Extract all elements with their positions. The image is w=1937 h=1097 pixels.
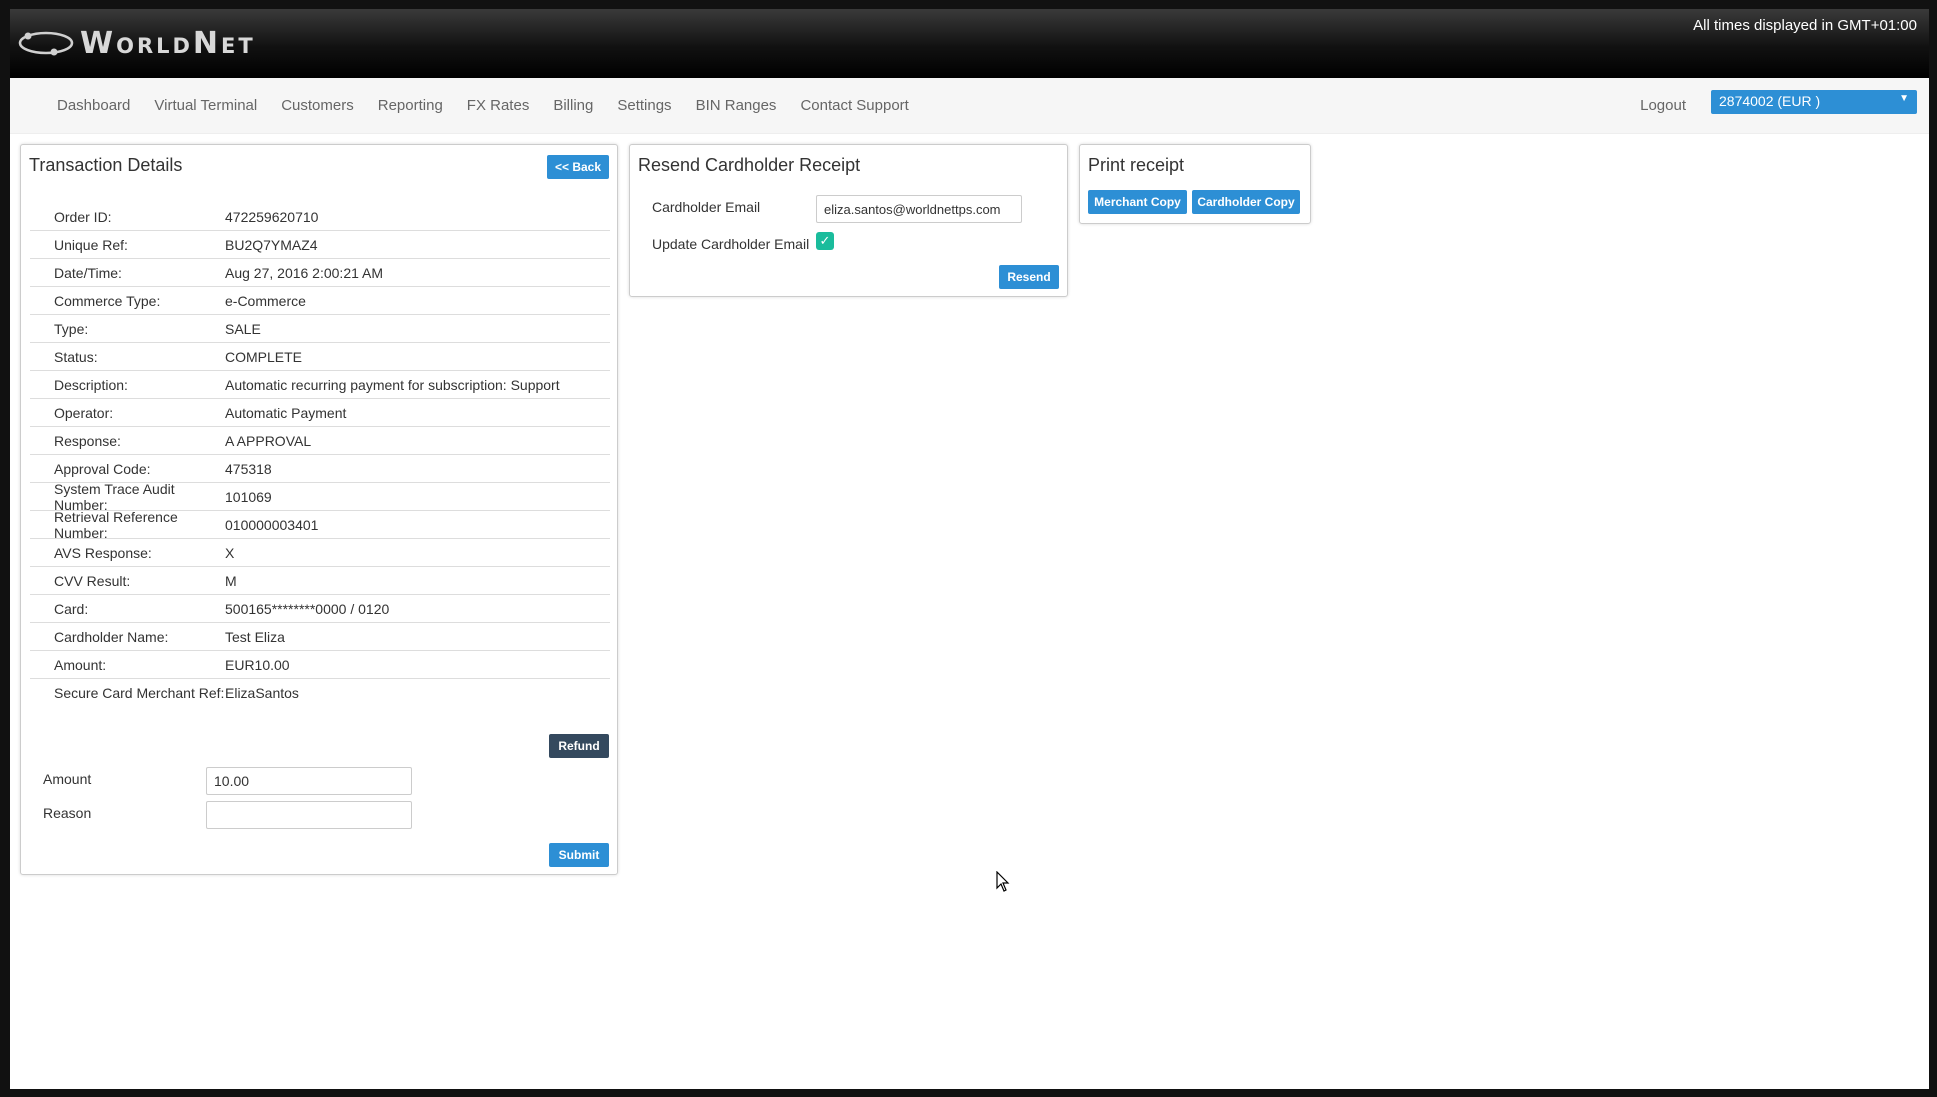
back-button[interactable]: << Back — [547, 155, 609, 179]
detail-value: X — [225, 544, 235, 561]
detail-value: EUR10.00 — [225, 656, 290, 673]
detail-label: AVS Response: — [54, 544, 152, 561]
detail-row: Secure Card Merchant Ref: ElizaSantos — [30, 679, 610, 706]
cardholder-email-label: Cardholder Email — [652, 199, 761, 215]
detail-row: Approval Code: 475318 — [30, 455, 610, 483]
merchant-account-select[interactable]: 2874002 (EUR ) ▼ — [1711, 90, 1917, 114]
detail-value: Automatic recurring payment for subscrip… — [225, 376, 560, 393]
refund-amount-label: Amount — [43, 771, 92, 787]
app-window: WorldNet All times displayed in GMT+01:0… — [10, 9, 1929, 1089]
detail-label: Secure Card Merchant Ref: — [54, 684, 225, 701]
detail-label: Type: — [54, 320, 89, 337]
detail-label: Card: — [54, 600, 89, 617]
detail-row: Response: A APPROVAL — [30, 427, 610, 455]
refund-button[interactable]: Refund — [549, 734, 609, 758]
detail-value: COMPLETE — [225, 348, 303, 365]
cardholder-copy-button[interactable]: Cardholder Copy — [1192, 190, 1300, 214]
detail-row: Retrieval Reference Number: 010000003401 — [30, 508, 610, 541]
detail-label: Amount: — [54, 656, 107, 673]
detail-label: Date/Time: — [54, 264, 122, 281]
detail-value: SALE — [225, 320, 261, 337]
timezone-notice: All times displayed in GMT+01:00 — [1693, 17, 1917, 34]
mouse-cursor-icon — [996, 871, 1010, 892]
nav-item-dashboard[interactable]: Dashboard — [45, 97, 142, 114]
detail-label: Unique Ref: — [54, 236, 128, 253]
detail-label: Operator: — [54, 404, 114, 421]
detail-row: Card: 500165********0000 / 0120 — [30, 595, 610, 623]
transaction-details-panel: Transaction Details << Back Order ID: 472… — [20, 144, 618, 875]
submit-button[interactable]: Submit — [549, 843, 609, 867]
orbit-icon — [18, 31, 74, 56]
merchant-account-value: 2874002 (EUR ) — [1719, 93, 1821, 109]
detail-label: Order ID: — [54, 208, 112, 225]
detail-value: 475318 — [225, 460, 272, 477]
detail-row: Order ID: 472259620710 — [30, 203, 610, 231]
detail-value: 010000003401 — [225, 516, 319, 533]
detail-value: Test Eliza — [225, 628, 285, 645]
detail-label: Response: — [54, 432, 121, 449]
transaction-details-title: Transaction Details — [29, 155, 183, 175]
logout-link[interactable]: Logout — [1640, 78, 1686, 133]
merchant-copy-button[interactable]: Merchant Copy — [1088, 190, 1187, 214]
detail-value: Automatic Payment — [225, 404, 347, 421]
detail-row: Unique Ref: BU2Q7YMAZ4 — [30, 231, 610, 259]
detail-label: Description: — [54, 376, 128, 393]
logo-text: WorldNet — [80, 25, 256, 61]
detail-label: Cardholder Name: — [54, 628, 169, 645]
detail-row: Operator: Automatic Payment — [30, 399, 610, 427]
detail-label: Approval Code: — [54, 460, 151, 477]
cardholder-email-input[interactable] — [816, 195, 1022, 223]
worldnet-logo: WorldNet — [18, 23, 256, 63]
update-cardholder-email-label: Update Cardholder Email — [652, 236, 810, 252]
detail-label: Commerce Type: — [54, 292, 161, 309]
resend-receipt-panel: Resend Cardholder Receipt Cardholder Ema… — [629, 144, 1068, 297]
detail-row: Commerce Type: e-Commerce — [30, 287, 610, 315]
resend-button[interactable]: Resend — [999, 265, 1059, 289]
detail-value: ElizaSantos — [225, 684, 299, 701]
detail-value: e-Commerce — [225, 292, 306, 309]
transaction-details-list: Order ID: 472259620710 Unique Ref: BU2Q7YM… — [30, 203, 610, 706]
refund-reason-label: Reason — [43, 805, 92, 821]
checkmark-icon: ✓ — [819, 233, 831, 248]
detail-value: 472259620710 — [225, 208, 319, 225]
detail-row: Cardholder Name: Test Eliza — [30, 623, 610, 651]
update-email-checkbox[interactable]: ✓ — [816, 232, 834, 250]
nav-item-reporting[interactable]: Reporting — [366, 97, 455, 114]
detail-value: M — [225, 572, 237, 589]
detail-value: Aug 27, 2016 2:00:21 AM — [225, 264, 384, 281]
detail-label: Retrieval Reference Number: — [54, 508, 178, 541]
print-receipt-panel: Print receipt Merchant Copy Cardholder C… — [1079, 144, 1311, 224]
header-bar: WorldNet All times displayed in GMT+01:0… — [10, 9, 1929, 78]
detail-row: Status: COMPLETE — [30, 343, 610, 371]
detail-value: BU2Q7YMAZ4 — [225, 236, 318, 253]
nav-item-contact-support[interactable]: Contact Support — [788, 97, 920, 114]
refund-amount-input[interactable] — [206, 767, 412, 795]
nav-item-settings[interactable]: Settings — [605, 97, 683, 114]
nav-item-billing[interactable]: Billing — [541, 97, 605, 114]
detail-row: Type: SALE — [30, 315, 610, 343]
detail-value: 500165********0000 / 0120 — [225, 600, 390, 617]
resend-receipt-title: Resend Cardholder Receipt — [638, 155, 861, 175]
detail-label: Status: — [54, 348, 98, 365]
nav-item-customers[interactable]: Customers — [269, 97, 366, 114]
detail-label: CVV Result: — [54, 572, 131, 589]
detail-value: 101069 — [225, 488, 272, 505]
main-nav: Dashboard Virtual Terminal Customers Rep… — [10, 78, 1929, 134]
detail-row: Description: Automatic recurring payment … — [30, 371, 610, 399]
print-receipt-title: Print receipt — [1088, 155, 1185, 175]
nav-item-virtual-terminal[interactable]: Virtual Terminal — [142, 97, 269, 114]
nav-item-bin-ranges[interactable]: BIN Ranges — [684, 97, 789, 114]
detail-row: AVS Response: X — [30, 539, 610, 567]
detail-row: System Trace Audit Number: 101069 — [30, 481, 610, 513]
detail-row: Amount: EUR10.00 — [30, 651, 610, 679]
detail-row: Date/Time: Aug 27, 2016 2:00:21 AM — [30, 259, 610, 287]
nav-item-fx-rates[interactable]: FX Rates — [455, 97, 542, 114]
chevron-down-icon: ▼ — [1899, 93, 1909, 104]
detail-value: A APPROVAL — [225, 432, 312, 449]
detail-row: CVV Result: M — [30, 567, 610, 595]
refund-reason-input[interactable] — [206, 801, 412, 829]
